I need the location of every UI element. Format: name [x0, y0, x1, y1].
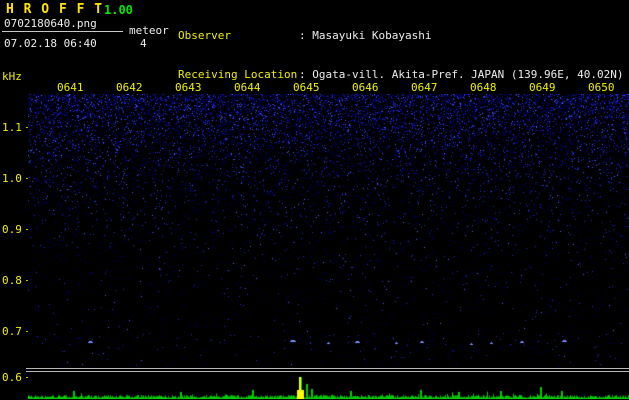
- datetime-label: 07.02.18 06:40: [4, 37, 97, 50]
- time-label-0649: 0649: [529, 81, 556, 94]
- time-label-0641: 0641: [57, 81, 84, 94]
- info-label: Observer: [178, 29, 231, 42]
- time-label-0648: 0648: [470, 81, 497, 94]
- freq-label-0.6: 0.6: [2, 371, 22, 384]
- info-value: : Masayuki Kobayashi: [299, 29, 432, 42]
- filename-underline: [2, 31, 123, 32]
- output-filename: 0702180640.png: [4, 17, 97, 30]
- time-label-0650: 0650: [588, 81, 615, 94]
- mode-label: meteor: [129, 24, 169, 37]
- time-label-0647: 0647: [411, 81, 438, 94]
- time-label-0645: 0645: [293, 81, 320, 94]
- time-label-0642: 0642: [116, 81, 143, 94]
- info-row-location: Receiving Location: Ogata-vill. Akita-Pr…: [178, 68, 624, 81]
- separator-line-bottom: [26, 371, 629, 372]
- freq-label-0.7: 0.7: [2, 325, 22, 338]
- hrofft-output-window: H R O F F T 1.00 0702180640.png meteor 0…: [0, 0, 629, 400]
- meteor-count: 4: [140, 37, 147, 50]
- freq-label-1.1: 1.1: [2, 121, 22, 134]
- app-version: 1.00: [104, 3, 133, 17]
- info-label: Receiving Location: [178, 68, 298, 81]
- freq-label-0.9: 0.9: [2, 223, 22, 236]
- signal-level-canvas: [28, 373, 629, 399]
- time-label-0646: 0646: [352, 81, 379, 94]
- info-value: : Ogata-vill. Akita-Pref. JAPAN (139.96E…: [299, 68, 624, 81]
- spectrogram-canvas: [28, 94, 629, 367]
- info-row-observer: Observer : Masayuki Kobayashi: [178, 29, 624, 42]
- app-title: H R O F F T: [6, 2, 104, 17]
- time-label-0644: 0644: [234, 81, 261, 94]
- separator-line-top: [26, 368, 629, 369]
- freq-unit-label: kHz: [2, 70, 22, 83]
- freq-label-0.8: 0.8: [2, 274, 22, 287]
- time-label-0643: 0643: [175, 81, 202, 94]
- freq-label-1.0: 1.0: [2, 172, 22, 185]
